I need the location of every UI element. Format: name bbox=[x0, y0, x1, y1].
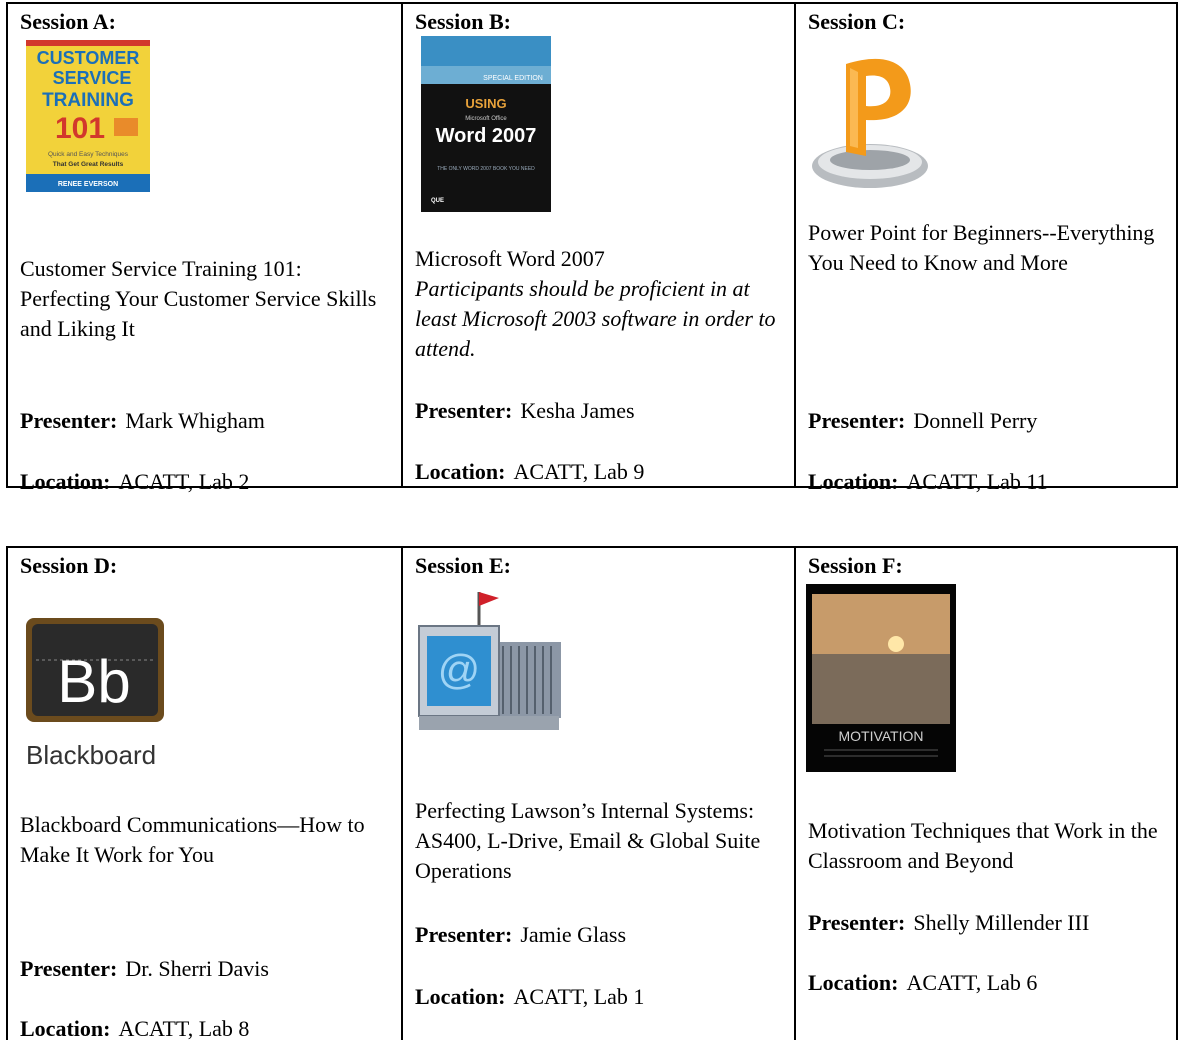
presenter-name: Shelly Millender III bbox=[913, 910, 1090, 935]
presenter-name: Donnell Perry bbox=[913, 408, 1038, 433]
blackboard-wordmark: Blackboard bbox=[26, 740, 156, 770]
presenter-label: Presenter: bbox=[20, 956, 118, 981]
presenter-row: Presenter: Donnell Perry bbox=[808, 408, 1037, 434]
location-label: Location: bbox=[808, 469, 899, 494]
session-b-cell: Session B: SPECIAL EDITION USING Microso… bbox=[401, 4, 794, 486]
sessions-table-top: Session A: CUSTOMER SERVICE TRAINING 101… bbox=[6, 2, 1180, 495]
location-label: Location: bbox=[20, 469, 111, 494]
location-row: Location: ACATT, Lab 2 bbox=[20, 469, 249, 495]
presenter-name: Jamie Glass bbox=[520, 922, 627, 947]
cover-publisher: QUE bbox=[431, 198, 444, 204]
location-row: Location: ACATT, Lab 1 bbox=[415, 984, 644, 1010]
session-label: Session C: bbox=[808, 9, 906, 34]
cover-small: Microsoft Office bbox=[465, 116, 507, 122]
session-title: Perfecting Lawson’s Internal Systems: AS… bbox=[415, 796, 784, 886]
session-note: Participants should be proficient in at … bbox=[415, 276, 776, 361]
session-label: Session E: bbox=[415, 553, 511, 578]
cover-tagline: Quick and Easy Techniques bbox=[48, 151, 129, 158]
presenter-row: Presenter: Jamie Glass bbox=[415, 922, 626, 948]
presenter-row: Presenter: Mark Whigham bbox=[20, 408, 265, 434]
location-value: ACATT, Lab 6 bbox=[906, 970, 1038, 995]
presenter-name: Mark Whigham bbox=[125, 408, 265, 433]
location-label: Location: bbox=[808, 970, 899, 995]
session-title-text: Motivation Techniques that Work in the C… bbox=[808, 818, 1158, 873]
session-title: Customer Service Training 101: Perfectin… bbox=[20, 254, 391, 344]
session-title-text: Blackboard Communications—How to Make It… bbox=[20, 812, 365, 867]
location-label: Location: bbox=[415, 984, 506, 1009]
at-sign-glyph: @ bbox=[438, 646, 481, 693]
session-title: Microsoft Word 2007 Participants should … bbox=[415, 244, 784, 364]
session-title: Blackboard Communications—How to Make It… bbox=[20, 810, 391, 870]
session-label: Session F: bbox=[808, 553, 903, 578]
cover-line: SERVICE bbox=[53, 68, 132, 88]
session-title-text: Microsoft Word 2007 bbox=[415, 246, 605, 271]
cover-main-title: Word 2007 bbox=[436, 125, 537, 147]
session-label: Session A: bbox=[20, 9, 116, 34]
cover-tagline: THE ONLY WORD 2007 BOOK YOU NEED bbox=[437, 166, 535, 172]
presenter-label: Presenter: bbox=[415, 398, 513, 423]
location-value: ACATT, Lab 11 bbox=[906, 469, 1048, 494]
cover-using: USING bbox=[465, 96, 506, 111]
location-value: ACATT, Lab 9 bbox=[513, 459, 645, 484]
session-f-cell: Session F: MOTIVATION Motivation Techniq… bbox=[794, 548, 1180, 1040]
word-2007-book-cover: SPECIAL EDITION USING Microsoft Office W… bbox=[421, 36, 551, 217]
presenter-label: Presenter: bbox=[20, 408, 118, 433]
session-c-cell: Session C: Power Point for Beginners--Ev… bbox=[794, 4, 1180, 494]
location-row: Location: ACATT, Lab 6 bbox=[808, 970, 1037, 996]
location-label: Location: bbox=[415, 459, 506, 484]
poster-word: MOTIVATION bbox=[838, 728, 923, 744]
location-row: Location: ACATT, Lab 9 bbox=[415, 459, 644, 485]
motivation-poster: MOTIVATION bbox=[806, 584, 956, 781]
cover-author: RENEE EVERSON bbox=[58, 181, 118, 188]
session-label: Session B: bbox=[415, 9, 511, 34]
email-mailbox-icon: @ bbox=[415, 584, 565, 745]
location-row: Location: ACATT, Lab 11 bbox=[808, 469, 1048, 495]
session-title-text: Customer Service Training 101: Perfectin… bbox=[20, 256, 377, 341]
cover-line: CUSTOMER bbox=[37, 48, 140, 68]
cover-edition: SPECIAL EDITION bbox=[483, 75, 543, 82]
session-title: Power Point for Beginners--Everything Yo… bbox=[808, 218, 1170, 278]
presenter-row: Presenter: Dr. Sherri Davis bbox=[20, 956, 269, 982]
presenter-name: Kesha James bbox=[520, 398, 635, 423]
session-e-cell: Session E: @ Perfecting Lawson’s Interna… bbox=[401, 548, 794, 1040]
sessions-table-bottom: Session D: Bb Blackboard Blackboard Comm… bbox=[6, 546, 1180, 1042]
session-label: Session D: bbox=[20, 553, 118, 578]
presenter-name: Dr. Sherri Davis bbox=[125, 956, 269, 981]
presenter-label: Presenter: bbox=[415, 922, 513, 947]
powerpoint-logo-icon bbox=[806, 38, 936, 199]
blackboard-mark: Bb bbox=[57, 648, 130, 715]
location-label: Location: bbox=[20, 1016, 111, 1041]
presenter-label: Presenter: bbox=[808, 408, 906, 433]
location-value: ACATT, Lab 8 bbox=[118, 1016, 250, 1041]
session-d-cell: Session D: Bb Blackboard Blackboard Comm… bbox=[8, 548, 401, 1042]
session-title: Motivation Techniques that Work in the C… bbox=[808, 816, 1170, 876]
presenter-row: Presenter: Kesha James bbox=[415, 398, 635, 424]
cover-line: TRAINING bbox=[42, 90, 134, 111]
location-row: Location: ACATT, Lab 8 bbox=[20, 1016, 249, 1042]
session-title-text: Perfecting Lawson’s Internal Systems: AS… bbox=[415, 798, 761, 883]
presenter-label: Presenter: bbox=[808, 910, 906, 935]
customer-service-book-cover: CUSTOMER SERVICE TRAINING 101 Quick and … bbox=[26, 40, 150, 197]
session-a-cell: Session A: CUSTOMER SERVICE TRAINING 101… bbox=[8, 4, 401, 495]
location-value: ACATT, Lab 2 bbox=[118, 469, 250, 494]
location-value: ACATT, Lab 1 bbox=[513, 984, 645, 1009]
presenter-row: Presenter: Shelly Millender III bbox=[808, 910, 1089, 936]
cover-line: 101 bbox=[55, 112, 105, 145]
cover-tagline: That Get Great Results bbox=[53, 161, 124, 168]
session-title-text: Power Point for Beginners--Everything Yo… bbox=[808, 220, 1155, 275]
blackboard-logo: Bb Blackboard bbox=[24, 616, 184, 781]
